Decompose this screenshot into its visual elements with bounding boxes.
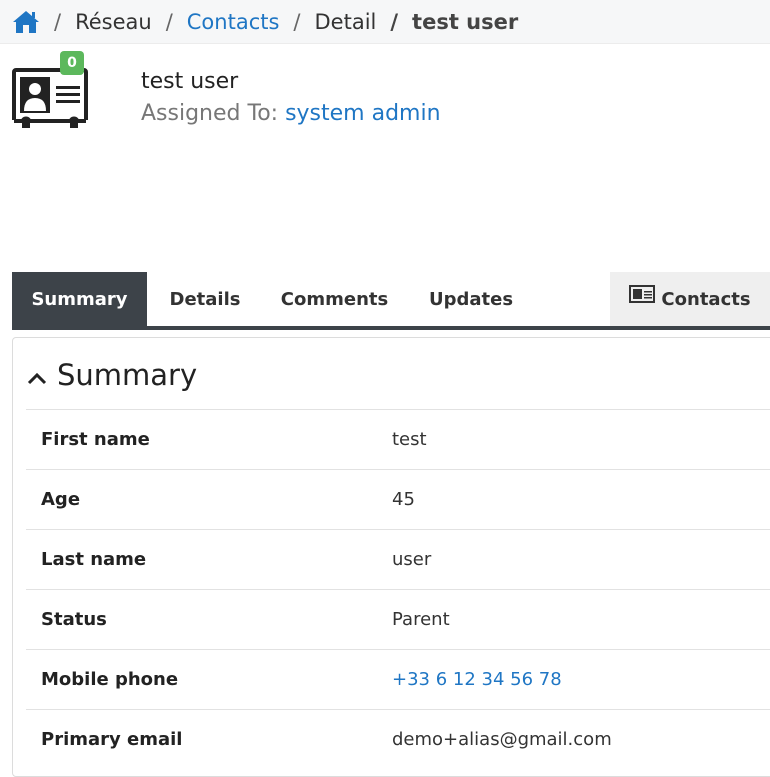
contact-card-icon (629, 284, 661, 310)
field-label: Mobile phone (41, 669, 179, 690)
table-row: Age 45 (26, 469, 770, 529)
field-label: Primary email (41, 729, 183, 750)
table-row: Primary email demo+alias@gmail.com (26, 709, 770, 769)
tab-summary[interactable]: Summary (12, 272, 147, 326)
field-label: Age (41, 489, 81, 510)
summary-title: Summary (57, 358, 198, 392)
table-row: Status Parent (26, 589, 770, 649)
phone-link[interactable]: +33 6 12 34 56 78 (392, 669, 562, 690)
table-row: First name test (26, 409, 770, 469)
breadcrumb-separator: / (390, 9, 399, 34)
breadcrumb-item-detail: Detail (314, 9, 377, 34)
table-row: Last name user (26, 529, 770, 589)
tab-contacts-label: Contacts (661, 288, 751, 310)
chevron-up-icon (27, 358, 57, 392)
summary-table: First name test Age 45 Last name user St… (26, 409, 770, 769)
count-badge: 0 (60, 51, 84, 75)
tab-updates[interactable]: Updates (406, 272, 536, 326)
assigned-to: Assigned To: system admin (141, 101, 441, 126)
assigned-to-link[interactable]: system admin (285, 101, 440, 126)
breadcrumb-item-current: test user (412, 9, 519, 34)
field-label: Status (41, 609, 107, 630)
breadcrumb: / Réseau / Contacts / Detail / test user (0, 0, 770, 44)
breadcrumb-separator: / (54, 9, 62, 34)
field-value: demo+alias@gmail.com (392, 729, 612, 750)
home-icon[interactable] (12, 9, 40, 35)
field-value: 45 (392, 489, 415, 510)
field-value: test (392, 429, 427, 450)
field-value: user (392, 549, 432, 570)
field-label: First name (41, 429, 150, 450)
tab-details[interactable]: Details (147, 272, 263, 326)
tab-comments[interactable]: Comments (263, 272, 406, 326)
summary-header[interactable]: Summary (27, 358, 197, 392)
breadcrumb-separator: / (293, 9, 301, 34)
field-label: Last name (41, 549, 147, 570)
assigned-to-label: Assigned To: (141, 101, 279, 126)
breadcrumb-item-reseau[interactable]: Réseau (75, 10, 152, 34)
breadcrumb-separator: / (165, 9, 173, 34)
tab-contacts[interactable]: Contacts (610, 272, 770, 326)
field-value: Parent (392, 609, 450, 630)
contact-card-icon (12, 68, 88, 130)
table-row: Mobile phone +33 6 12 34 56 78 (26, 649, 770, 709)
summary-panel: Summary First name test Age 45 Last name… (12, 337, 770, 777)
tab-bar: Summary Details Comments Updates Contact… (12, 272, 770, 330)
record-title: test user (141, 69, 239, 94)
breadcrumb-item-contacts[interactable]: Contacts (187, 10, 280, 34)
